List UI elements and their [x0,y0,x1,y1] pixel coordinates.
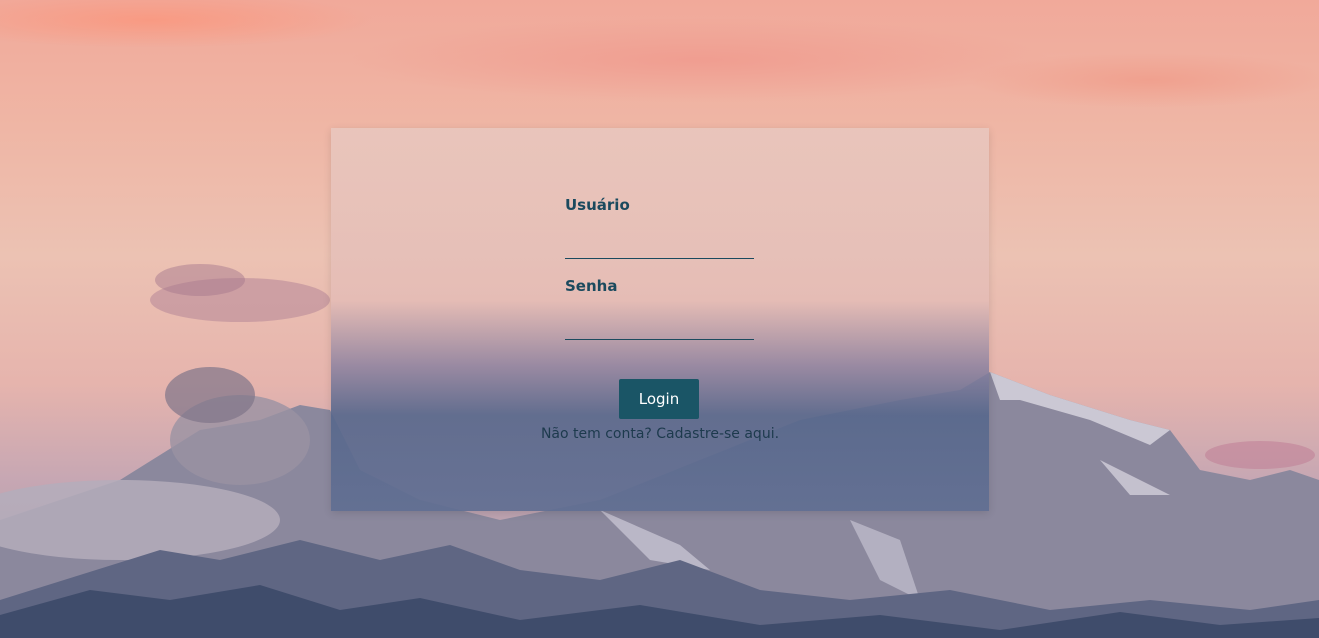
login-button[interactable]: Login [619,379,699,419]
password-label: Senha [565,277,618,295]
login-card: Usuário Senha Login Não tem conta? Cadas… [331,128,989,511]
signup-link[interactable]: Não tem conta? Cadastre-se aqui. [331,426,989,442]
username-label: Usuário [565,196,630,214]
password-input[interactable] [565,317,754,340]
username-input[interactable] [565,236,754,259]
